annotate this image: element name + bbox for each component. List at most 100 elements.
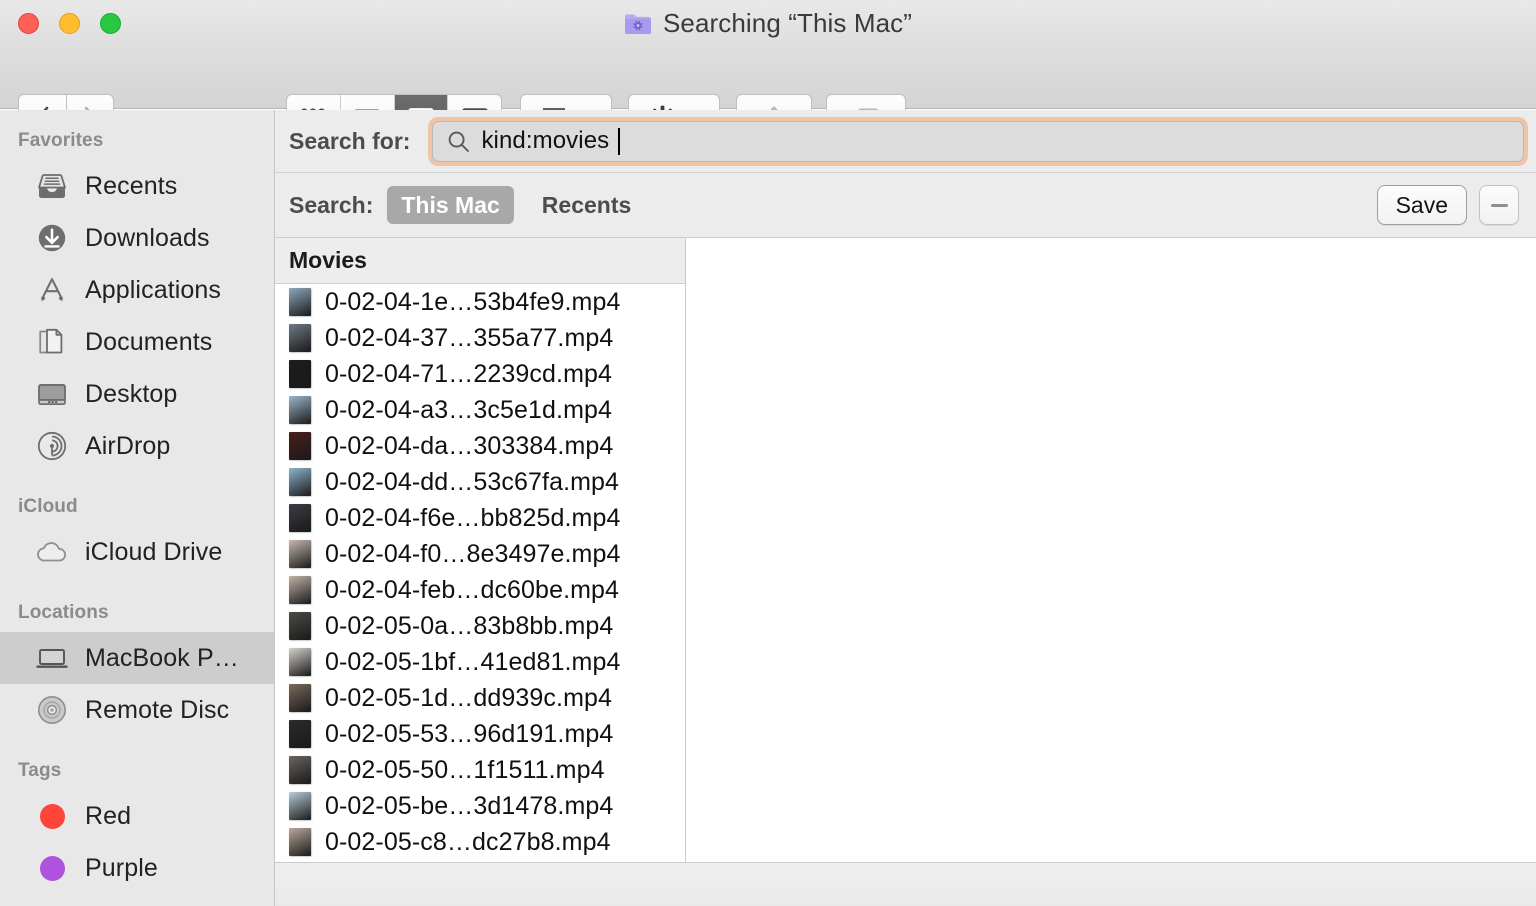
- sidebar-item-label: Applications: [85, 275, 222, 304]
- file-thumbnail: [289, 504, 311, 532]
- search-scope-bar: Search: This Mac Recents Save: [275, 173, 1536, 238]
- file-list-item[interactable]: 0-02-04-71…2239cd.mp4: [275, 356, 685, 392]
- airdrop-icon: [35, 431, 69, 461]
- scope-option-recents[interactable]: Recents: [528, 186, 645, 224]
- file-list-item[interactable]: 0-02-04-f0…8e3497e.mp4: [275, 536, 685, 572]
- file-thumbnail: [289, 360, 311, 388]
- file-thumbnail: [289, 684, 311, 712]
- file-list-item[interactable]: 0-02-04-1e…53b4fe9.mp4: [275, 284, 685, 320]
- results-column-header: Movies: [275, 238, 685, 284]
- sidebar-section-icloud-header: iCloud: [18, 496, 78, 517]
- file-thumbnail: [289, 792, 311, 820]
- sidebar-item-tag-purple[interactable]: Purple: [0, 842, 274, 894]
- toolbar: [0, 46, 1536, 142]
- file-name: 0-02-04-37…355a77.mp4: [325, 323, 614, 352]
- window-title: Searching “This Mac”: [662, 7, 913, 38]
- file-thumbnail: [289, 720, 311, 748]
- file-list-item[interactable]: 0-02-04-37…355a77.mp4: [275, 320, 685, 356]
- file-thumbnail: [289, 288, 311, 316]
- file-name: 0-02-05-0a…83b8bb.mp4: [325, 611, 614, 640]
- file-name: 0-02-05-c8…dc27b8.mp4: [325, 827, 611, 856]
- file-list-item[interactable]: 0-02-05-1bf…41ed81.mp4: [275, 644, 685, 680]
- sidebar-item-label: Remote Disc: [85, 695, 230, 724]
- file-name: 0-02-04-1e…53b4fe9.mp4: [325, 287, 621, 316]
- status-bar: [275, 862, 1536, 906]
- finder-window: Searching “This Mac” Favorites Recents D…: [0, 0, 1536, 906]
- sidebar-section-locations-header: Locations: [18, 602, 109, 623]
- file-thumbnail: [289, 540, 311, 568]
- search-for-label: Search for:: [289, 127, 411, 154]
- file-name: 0-02-05-be…3d1478.mp4: [325, 791, 614, 820]
- search-icon: [449, 131, 470, 152]
- downloads-icon: [35, 223, 69, 253]
- file-name: 0-02-04-f6e…bb825d.mp4: [325, 503, 621, 532]
- sidebar[interactable]: Favorites Recents Downloads Applications…: [0, 110, 275, 906]
- remove-criterion-button[interactable]: [1479, 185, 1519, 225]
- file-list-item[interactable]: 0-02-05-0a…83b8bb.mp4: [275, 608, 685, 644]
- sidebar-item-label: Recents: [85, 171, 178, 200]
- column-view: Movies 0-02-04-1e…53b4fe9.mp4 0-02-04-37……: [275, 238, 1536, 862]
- scope-bar-actions: Save: [1376, 185, 1519, 225]
- scope-option-this-mac[interactable]: This Mac: [387, 186, 514, 224]
- file-thumbnail: [289, 828, 311, 856]
- sidebar-item-icloud-drive[interactable]: iCloud Drive: [0, 526, 274, 578]
- file-list-item[interactable]: 0-02-05-1d…dd939c.mp4: [275, 680, 685, 716]
- sidebar-item-downloads[interactable]: Downloads: [0, 212, 274, 264]
- sidebar-item-documents[interactable]: Documents: [0, 316, 274, 368]
- file-list-item[interactable]: 0-02-04-f6e…bb825d.mp4: [275, 500, 685, 536]
- file-name: 0-02-04-da…303384.mp4: [325, 431, 614, 460]
- desktop-icon: [35, 379, 69, 409]
- sidebar-item-label: Desktop: [85, 379, 178, 408]
- preview-column[interactable]: [686, 238, 1536, 862]
- laptop-icon: [35, 643, 69, 673]
- file-thumbnail: [289, 756, 311, 784]
- smart-folder-icon: [624, 12, 652, 35]
- file-thumbnail: [289, 576, 311, 604]
- file-thumbnail: [289, 612, 311, 640]
- file-list-item[interactable]: 0-02-04-da…303384.mp4: [275, 428, 685, 464]
- sidebar-item-recents[interactable]: Recents: [0, 160, 274, 212]
- file-thumbnail: [289, 432, 311, 460]
- search-field-focus-ring: kind:movies: [428, 116, 1528, 166]
- title-bar: Searching “This Mac”: [0, 0, 1536, 46]
- minus-icon: [1490, 203, 1508, 207]
- cloud-icon: [35, 537, 69, 567]
- file-list-item[interactable]: 0-02-05-be…3d1478.mp4: [275, 788, 685, 824]
- search-input-value: kind:movies: [481, 127, 610, 154]
- file-name: 0-02-04-f0…8e3497e.mp4: [325, 539, 621, 568]
- sidebar-item-remote-disc[interactable]: Remote Disc: [0, 684, 274, 736]
- window-title-group: Searching “This Mac”: [0, 0, 1536, 46]
- sidebar-item-label: Downloads: [85, 223, 210, 252]
- file-thumbnail: [289, 396, 311, 424]
- sidebar-item-desktop[interactable]: Desktop: [0, 368, 274, 420]
- sidebar-item-tag-red[interactable]: Red: [0, 790, 274, 842]
- search-input[interactable]: kind:movies: [432, 120, 1524, 162]
- recents-icon: [35, 171, 69, 201]
- sidebar-item-label: iCloud Drive: [85, 537, 223, 566]
- sidebar-item-label: Red: [85, 801, 132, 830]
- sidebar-item-macbook-pro[interactable]: MacBook P…: [0, 632, 274, 684]
- file-name: 0-02-04-dd…53c67fa.mp4: [325, 467, 620, 496]
- file-name: 0-02-05-53…96d191.mp4: [325, 719, 614, 748]
- file-list-item[interactable]: 0-02-05-50…1f1511.mp4: [275, 752, 685, 788]
- file-thumbnail: [289, 324, 311, 352]
- tag-dot-icon: [35, 853, 69, 883]
- file-name: 0-02-04-a3…3c5e1d.mp4: [325, 395, 612, 424]
- sidebar-item-label: Documents: [85, 327, 213, 356]
- sidebar-section-favorites-header: Favorites: [18, 130, 104, 151]
- file-list-item[interactable]: 0-02-05-53…96d191.mp4: [275, 716, 685, 752]
- results-column[interactable]: Movies 0-02-04-1e…53b4fe9.mp4 0-02-04-37……: [275, 238, 686, 862]
- text-caret: [618, 127, 621, 155]
- sidebar-item-label: MacBook P…: [85, 643, 239, 672]
- sidebar-item-airdrop[interactable]: AirDrop: [0, 420, 274, 472]
- file-name: 0-02-05-50…1f1511.mp4: [325, 755, 605, 784]
- file-list-item[interactable]: 0-02-04-feb…dc60be.mp4: [275, 572, 685, 608]
- file-name: 0-02-05-1d…dd939c.mp4: [325, 683, 612, 712]
- file-list-item[interactable]: 0-02-04-a3…3c5e1d.mp4: [275, 392, 685, 428]
- file-name: 0-02-05-1bf…41ed81.mp4: [325, 647, 621, 676]
- file-list[interactable]: 0-02-04-1e…53b4fe9.mp4 0-02-04-37…355a77.…: [275, 284, 685, 862]
- file-list-item[interactable]: 0-02-05-c8…dc27b8.mp4: [275, 824, 685, 860]
- file-list-item[interactable]: 0-02-04-dd…53c67fa.mp4: [275, 464, 685, 500]
- sidebar-item-applications[interactable]: Applications: [0, 264, 274, 316]
- save-button[interactable]: Save: [1376, 185, 1467, 225]
